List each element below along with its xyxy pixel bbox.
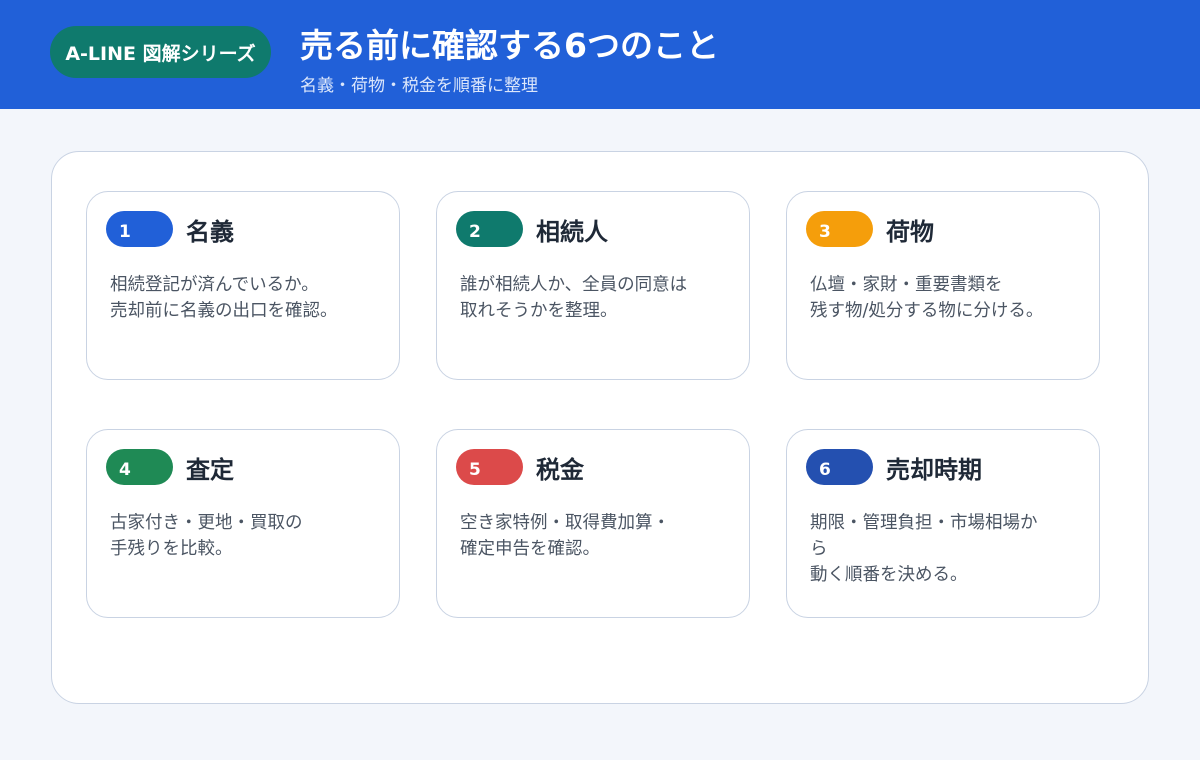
card-description-line: 古家付き・更地・買取の [110, 513, 303, 533]
card-description: 誰が相続人か、全員の同意は 取れそうかを整理。 [460, 272, 730, 324]
page-subtitle: 名義・荷物・税金を順番に整理 [300, 76, 538, 96]
card-description: 相続登記が済んでいるか。 売却前に名義の出口を確認。 [110, 272, 380, 324]
card-description: 空き家特例・取得費加算・ 確定申告を確認。 [460, 510, 730, 562]
step-number-badge: 4 [106, 449, 173, 485]
card-description-line: 期限・管理負担・市場相場か [810, 513, 1038, 533]
series-badge: A-LINE 図解シリーズ [50, 26, 271, 78]
card-description-line: 確定申告を確認。 [460, 539, 600, 559]
checklist-card-3: 3 荷物 仏壇・家財・重要書類を 残す物/処分する物に分ける。 [786, 191, 1100, 380]
checklist-card-4: 4 査定 古家付き・更地・買取の 手残りを比較。 [86, 429, 400, 618]
card-description-line: 残す物/処分する物に分ける。 [810, 301, 1044, 321]
card-title: 相続人 [536, 218, 608, 246]
card-description-line: 売却前に名義の出口を確認。 [110, 301, 338, 321]
card-description: 古家付き・更地・買取の 手残りを比較。 [110, 510, 380, 562]
card-title: 名義 [186, 218, 234, 246]
card-description: 仏壇・家財・重要書類を 残す物/処分する物に分ける。 [810, 272, 1080, 324]
checklist-card-2: 2 相続人 誰が相続人か、全員の同意は 取れそうかを整理。 [436, 191, 750, 380]
card-description-line: 相続登記が済んでいるか。 [110, 275, 319, 295]
checklist-card-5: 5 税金 空き家特例・取得費加算・ 確定申告を確認。 [436, 429, 750, 618]
step-number-badge: 1 [106, 211, 173, 247]
step-number-badge: 3 [806, 211, 873, 247]
card-description-line: 誰が相続人か、全員の同意は [460, 275, 688, 295]
card-title: 荷物 [886, 218, 934, 246]
card-description-line: ら [810, 539, 828, 559]
step-number-badge: 2 [456, 211, 523, 247]
card-title: 査定 [186, 456, 234, 484]
card-description-line: 取れそうかを整理。 [460, 301, 618, 321]
step-number-badge: 5 [456, 449, 523, 485]
card-description-line: 動く順番を決める。 [810, 565, 968, 585]
card-description-line: 空き家特例・取得費加算・ [460, 513, 670, 533]
card-title: 税金 [536, 456, 584, 484]
step-number-badge: 6 [806, 449, 873, 485]
card-description-line: 仏壇・家財・重要書類を [810, 275, 1003, 295]
card-title: 売却時期 [886, 456, 982, 484]
card-description: 期限・管理負担・市場相場か ら 動く順番を決める。 [810, 510, 1080, 588]
header-bar: A-LINE 図解シリーズ 売る前に確認する6つのこと 名義・荷物・税金を順番に… [0, 0, 1200, 109]
page-title: 売る前に確認する6つのこと [300, 26, 719, 65]
checklist-card-1: 1 名義 相続登記が済んでいるか。 売却前に名義の出口を確認。 [86, 191, 400, 380]
card-description-line: 手残りを比較。 [110, 539, 233, 559]
checklist-card-6: 6 売却時期 期限・管理負担・市場相場か ら 動く順番を決める。 [786, 429, 1100, 618]
